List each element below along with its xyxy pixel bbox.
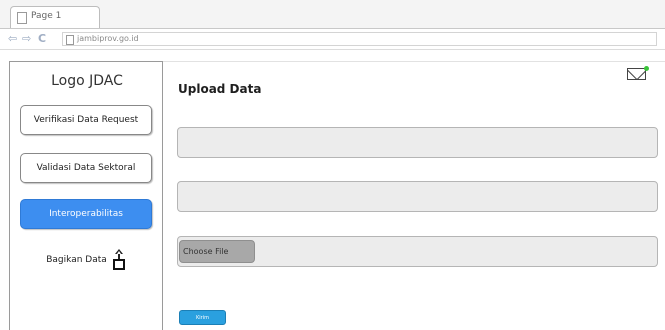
notification-dot — [644, 66, 649, 71]
content-divider — [163, 61, 665, 62]
page-icon — [17, 12, 27, 24]
back-arrow-icon[interactable]: ⇦ — [8, 33, 17, 45]
share-icon — [112, 249, 126, 271]
bagikan-data-label: Bagikan Data — [46, 255, 107, 265]
choose-file-button[interactable]: Choose File — [179, 240, 255, 263]
mail-icon[interactable] — [627, 68, 646, 80]
page-icon — [66, 35, 74, 45]
upload-text-field-1[interactable] — [177, 127, 658, 158]
sidebar: Logo JDAC Verifikasi Data Request Valida… — [9, 61, 163, 330]
upload-text-field-2[interactable] — [177, 181, 658, 212]
submit-button[interactable]: Kirim — [179, 310, 226, 325]
address-bar: ⇦ ⇨ C jambiprov.go.id — [0, 29, 665, 50]
verifikasi-data-request-button[interactable]: Verifikasi Data Request — [20, 105, 152, 135]
browser-tab-bar: Page 1 — [0, 0, 665, 29]
tab-title: Page 1 — [31, 11, 62, 21]
logo: Logo JDAC — [51, 73, 123, 89]
url-field[interactable]: jambiprov.go.id — [62, 32, 657, 46]
file-input[interactable]: Choose File — [177, 236, 658, 267]
forward-arrow-icon[interactable]: ⇨ — [22, 33, 31, 45]
browser-tab[interactable]: Page 1 — [10, 6, 100, 28]
validasi-data-sektoral-button[interactable]: Validasi Data Sektoral — [20, 153, 152, 183]
interoperabilitas-button[interactable]: Interoperabilitas — [20, 199, 152, 229]
reload-icon[interactable]: C — [38, 33, 46, 45]
bagikan-data-link[interactable]: Bagikan Data — [20, 248, 152, 272]
url-text: jambiprov.go.id — [77, 34, 139, 43]
page-title: Upload Data — [178, 82, 262, 96]
